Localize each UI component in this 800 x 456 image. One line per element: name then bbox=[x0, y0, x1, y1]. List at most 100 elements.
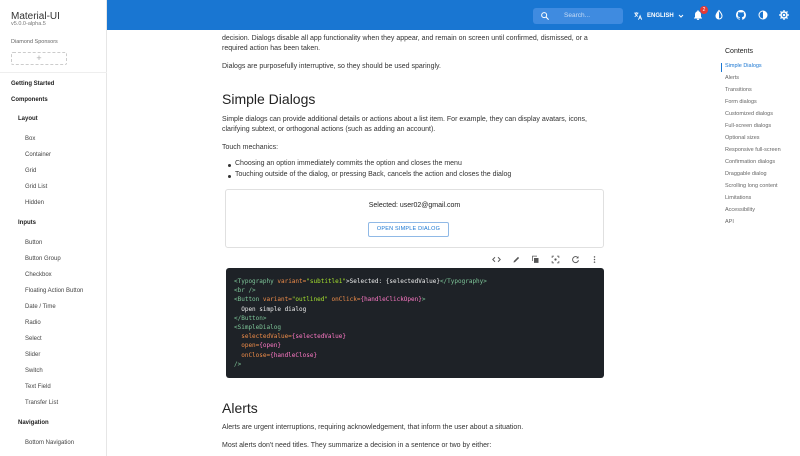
intro-paragraph: decision. Dialogs disable all app functi… bbox=[222, 35, 588, 52]
sidebar-item-switch[interactable]: Switch bbox=[25, 368, 43, 374]
alerts-paragraph-2: Most alerts don't need titles. They summ… bbox=[222, 442, 492, 449]
search-box[interactable]: Search... bbox=[533, 8, 623, 24]
sidebar-item-grid[interactable]: Grid bbox=[25, 168, 36, 174]
code-line: Open simple dialog bbox=[234, 305, 596, 314]
sidebar-item-select[interactable]: Select bbox=[25, 336, 42, 342]
code-line: open={open} bbox=[234, 341, 596, 350]
refresh-icon[interactable] bbox=[571, 255, 580, 264]
edit-icon[interactable] bbox=[512, 255, 521, 264]
code-token: "subtitle1" bbox=[306, 278, 347, 285]
code-token: <SimpleDialog bbox=[234, 323, 281, 331]
search-input[interactable]: Search... bbox=[564, 12, 590, 19]
language-button[interactable]: ENGLISH bbox=[633, 8, 689, 24]
chevron-down-icon bbox=[678, 14, 684, 18]
selected-value-text: Selected: user02@gmail.com bbox=[368, 202, 461, 209]
sidebar-divider bbox=[0, 72, 107, 73]
demo-preview: Selected: user02@gmail.com OPEN SIMPLE D… bbox=[225, 189, 604, 248]
bullet-marker bbox=[228, 175, 231, 178]
sidebar-item-box[interactable]: Box bbox=[25, 136, 35, 142]
toc-item-form-dialogs[interactable]: Form dialogs bbox=[725, 99, 757, 105]
code-token: {handleClose} bbox=[270, 351, 318, 359]
code-token: <Typography bbox=[234, 278, 274, 285]
sidebar-item-checkbox[interactable]: Checkbox bbox=[25, 272, 52, 278]
toc-item-alerts[interactable]: Alerts bbox=[725, 75, 739, 81]
toc-item-confirmation-dialogs[interactable]: Confirmation dialogs bbox=[725, 159, 775, 165]
toc-item-accessibility[interactable]: Accessibility bbox=[725, 207, 755, 213]
toc-item-limitations[interactable]: Limitations bbox=[725, 195, 751, 201]
toc-item-draggable-dialog[interactable]: Draggable dialog bbox=[725, 171, 767, 177]
toc-item-scrolling-long-content[interactable]: Scrolling long content bbox=[725, 183, 778, 189]
sponsors-label: Diamond Sponsors bbox=[11, 39, 58, 45]
github-icon[interactable] bbox=[735, 9, 747, 21]
sidebar-item-button[interactable]: Button bbox=[25, 240, 42, 246]
app-bar: Search... ENGLISH 2 bbox=[107, 0, 800, 30]
search-icon bbox=[541, 12, 549, 20]
code-token: > bbox=[421, 296, 426, 304]
code-line: </Button> bbox=[234, 314, 596, 323]
sponsor-slot-button[interactable]: + bbox=[11, 52, 67, 65]
sidebar-item-getting-started[interactable]: Getting Started bbox=[11, 81, 54, 87]
version-label[interactable]: v5.0.0-alpha.5 bbox=[11, 21, 46, 27]
toc-item-transitions[interactable]: Transitions bbox=[725, 87, 752, 93]
code-token: </Button> bbox=[234, 314, 267, 322]
code-icon[interactable] bbox=[492, 255, 501, 264]
sidebar-group-navigation[interactable]: Navigation bbox=[18, 420, 49, 426]
bullet-item: Touching outside of the dialog, or press… bbox=[235, 171, 512, 178]
sidebar-group-layout[interactable]: Layout bbox=[18, 116, 38, 122]
code-token: variant= bbox=[273, 278, 307, 285]
code-token: >Selected: {selectedValue} bbox=[346, 278, 440, 285]
sidebar-item-radio[interactable]: Radio bbox=[25, 320, 41, 326]
code-token: onClose= bbox=[234, 351, 271, 359]
code-token: Open simple dialog bbox=[234, 305, 307, 313]
code-block[interactable]: <Typography variant="subtitle1">Selected… bbox=[226, 268, 604, 378]
center-focus-icon[interactable] bbox=[551, 255, 560, 264]
code-token: {open} bbox=[259, 342, 281, 350]
code-line: onClose={handleClose} bbox=[234, 351, 596, 360]
toc-item-optional-sizes[interactable]: Optional sizes bbox=[725, 135, 760, 141]
heading-simple-dialogs: Simple Dialogs bbox=[222, 91, 316, 107]
invert-colors-icon[interactable] bbox=[713, 9, 725, 21]
sidebar-item-bottom-navigation[interactable]: Bottom Navigation bbox=[25, 440, 74, 446]
sidebar-item-text-field[interactable]: Text Field bbox=[25, 384, 51, 390]
copy-icon[interactable] bbox=[531, 255, 540, 264]
language-label: ENGLISH bbox=[647, 13, 674, 19]
sidebar-group-inputs[interactable]: Inputs bbox=[18, 220, 36, 226]
simple-dialogs-paragraph: Simple dialogs can provide additional de… bbox=[222, 116, 587, 133]
heading-alerts: Alerts bbox=[222, 400, 258, 416]
sidebar-item-date-time[interactable]: Date / Time bbox=[25, 304, 56, 310]
sidebar-item-components[interactable]: Components bbox=[11, 97, 48, 103]
sidebar-item-transfer-list[interactable]: Transfer List bbox=[25, 400, 58, 406]
sidebar-item-fab[interactable]: Floating Action Button bbox=[25, 288, 83, 294]
code-token: /> bbox=[234, 360, 242, 368]
code-token: open= bbox=[234, 342, 260, 350]
sidebar-item-slider[interactable]: Slider bbox=[25, 352, 40, 358]
open-simple-dialog-button[interactable]: OPEN SIMPLE DIALOG bbox=[368, 222, 449, 237]
code-line: /> bbox=[234, 360, 596, 369]
sidebar-item-hidden[interactable]: Hidden bbox=[25, 200, 44, 206]
settings-icon[interactable] bbox=[778, 9, 790, 21]
toc-title: Contents bbox=[725, 48, 754, 55]
code-token: </Typography> bbox=[439, 278, 487, 285]
bullet-marker bbox=[228, 164, 231, 167]
code-token: {handleClickOpen} bbox=[360, 296, 422, 304]
more-vert-icon[interactable] bbox=[590, 255, 599, 264]
toc-item-customized-dialogs[interactable]: Customized dialogs bbox=[725, 111, 773, 117]
code-token: {selectedValue} bbox=[291, 333, 346, 341]
toc-item-responsive-full-screen[interactable]: Responsive full-screen bbox=[725, 147, 781, 153]
sidebar-item-grid-list[interactable]: Grid List bbox=[25, 184, 47, 190]
sidebar-item-button-group[interactable]: Button Group bbox=[25, 256, 61, 262]
theme-mode-icon[interactable] bbox=[757, 9, 769, 21]
toc-item-simple-dialogs[interactable]: Simple Dialogs bbox=[725, 63, 762, 69]
code-token: variant= bbox=[259, 296, 292, 304]
alerts-paragraph: Alerts are urgent interruptions, requiri… bbox=[222, 424, 524, 431]
code-token: "outlined" bbox=[291, 296, 328, 304]
sidebar-item-container[interactable]: Container bbox=[25, 152, 51, 158]
toc-item-api[interactable]: API bbox=[725, 219, 734, 225]
code-line: <br /> bbox=[234, 286, 596, 295]
code-line: <Typography variant="subtitle1">Selected… bbox=[234, 277, 596, 286]
code-token: onClick= bbox=[327, 296, 361, 304]
code-token: <Button bbox=[234, 296, 260, 304]
bullet-item: Choosing an option immediately commits t… bbox=[235, 160, 462, 167]
toc-item-full-screen-dialogs[interactable]: Full-screen dialogs bbox=[725, 123, 771, 129]
sidebar: Material-UI v5.0.0-alpha.5 Diamond Spons… bbox=[0, 0, 107, 456]
